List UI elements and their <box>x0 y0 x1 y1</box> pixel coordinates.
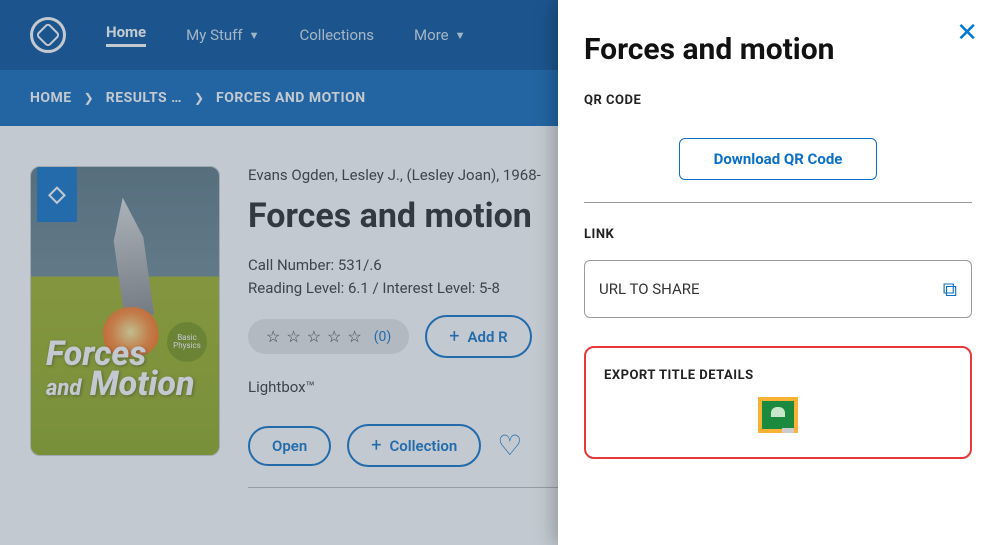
google-classroom-icon[interactable] <box>758 397 798 433</box>
logo[interactable] <box>30 17 66 53</box>
chevron-down-icon: ▼ <box>455 29 466 42</box>
collection-button[interactable]: + Collection <box>347 424 481 467</box>
divider <box>584 202 972 203</box>
star-icon: ☆ <box>327 327 341 346</box>
chevron-right-icon: ❯ <box>194 91 204 105</box>
star-icon: ☆ <box>347 327 361 346</box>
book-cover[interactable]: ◇ Basic Physics Forces and Motion <box>30 166 220 456</box>
export-section: EXPORT TITLE DETAILS <box>584 346 972 459</box>
qr-label: QR CODE <box>584 93 972 108</box>
url-text: URL TO SHARE <box>599 280 700 298</box>
cover-title: Forces and Motion <box>46 339 195 400</box>
breadcrumb-current: FORCES AND MOTION <box>216 90 366 106</box>
url-box: URL TO SHARE ⧉ <box>584 260 972 318</box>
rating[interactable]: ☆ ☆ ☆ ☆ ☆ (0) <box>248 319 409 354</box>
plus-icon: + <box>449 326 459 347</box>
cover-line3: Motion <box>90 364 195 404</box>
nav-more-label: More <box>414 26 449 44</box>
nav-more[interactable]: More ▼ <box>414 26 465 44</box>
chevron-right-icon: ❯ <box>84 91 94 105</box>
breadcrumb-results[interactable]: RESULTS … <box>106 90 182 106</box>
plus-icon: + <box>371 435 381 456</box>
link-label: LINK <box>584 227 972 242</box>
nav-mystuff[interactable]: My Stuff ▼ <box>186 26 259 44</box>
series-badge: ◇ <box>37 167 77 222</box>
nav-mystuff-label: My Stuff <box>186 26 242 44</box>
favorite-icon[interactable]: ♡ <box>497 429 522 462</box>
breadcrumb-home[interactable]: HOME <box>30 90 72 106</box>
nav-home[interactable]: Home <box>106 23 146 47</box>
share-panel: ✕ Forces and motion QR CODE Download QR … <box>558 0 998 545</box>
star-icon: ☆ <box>266 327 280 346</box>
star-icon: ☆ <box>286 327 300 346</box>
rating-count: (0) <box>374 329 392 345</box>
open-button[interactable]: Open <box>248 426 331 466</box>
export-label: EXPORT TITLE DETAILS <box>604 368 952 383</box>
collection-label: Collection <box>389 437 457 455</box>
add-review-label: Add R <box>467 328 507 346</box>
add-review-button[interactable]: + Add R <box>425 315 531 358</box>
panel-title: Forces and motion <box>584 32 972 67</box>
close-icon[interactable]: ✕ <box>956 18 978 48</box>
star-icon: ☆ <box>307 327 321 346</box>
nav-collections[interactable]: Collections <box>299 26 374 44</box>
download-qr-button[interactable]: Download QR Code <box>679 138 878 180</box>
copy-icon[interactable]: ⧉ <box>943 277 957 301</box>
cover-line2: and <box>46 376 81 401</box>
rocket-illustration <box>93 193 169 320</box>
chevron-down-icon: ▼ <box>249 29 260 42</box>
